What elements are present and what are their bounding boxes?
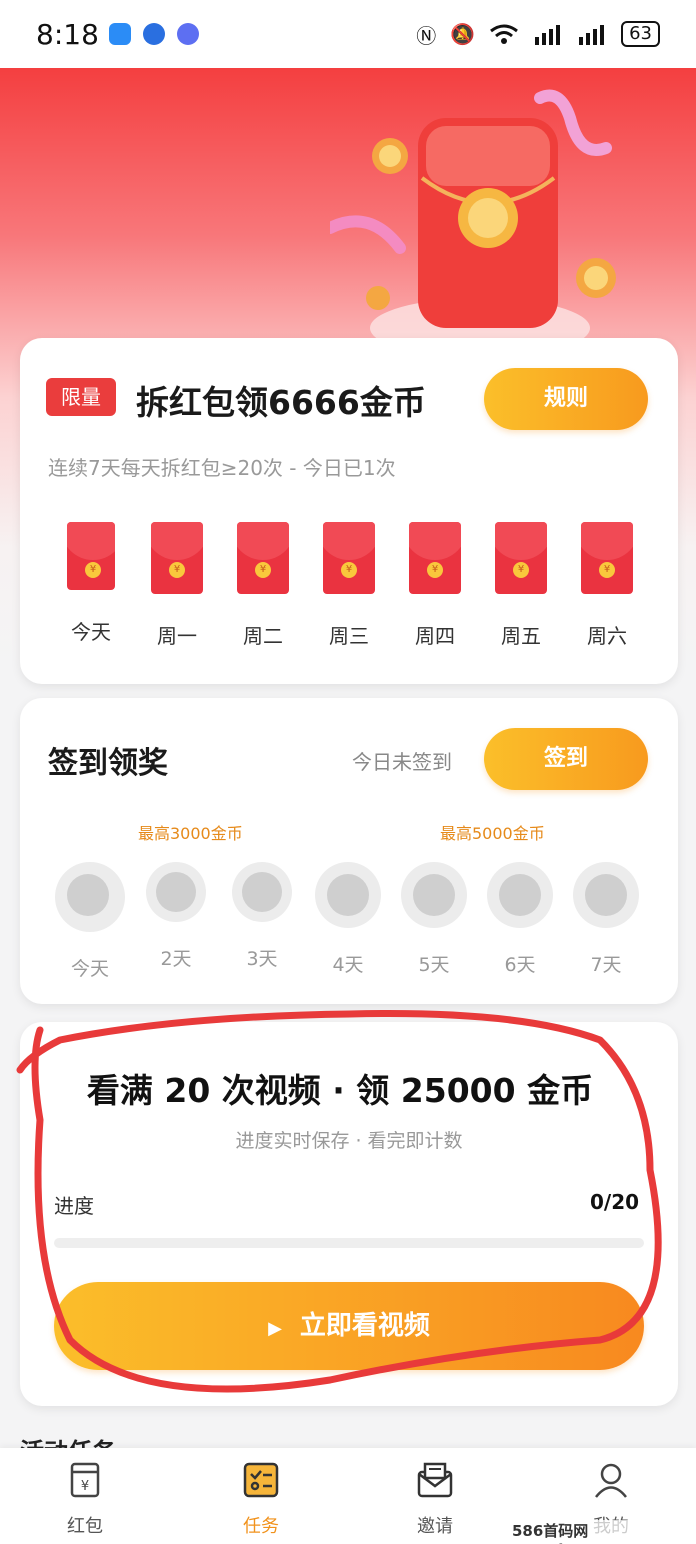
red-packet-day[interactable]: ¥ 周五 — [476, 522, 566, 649]
red-packet-day[interactable]: ¥ 周四 — [390, 522, 480, 649]
invite-mail-icon — [417, 1462, 453, 1498]
day-circle-icon — [487, 862, 553, 928]
sign-in-status: 今日未签到 — [352, 750, 452, 774]
limited-tag: 限量 — [46, 378, 116, 416]
day-label: 周一 — [157, 624, 197, 648]
red-envelope-icon: ¥ — [323, 522, 375, 594]
day-label: 2天 — [160, 948, 192, 970]
progress-bar — [54, 1238, 644, 1248]
sign-in-day[interactable]: 6天 — [480, 862, 560, 977]
message-app-icon — [108, 23, 131, 45]
svg-text:¥: ¥ — [81, 1479, 89, 1494]
max-reward-label: 最高5000金币 — [440, 824, 545, 843]
status-icons: Ⓝ 🔕 63 — [416, 20, 660, 49]
day-label: 7天 — [590, 954, 622, 976]
sign-in-day[interactable]: 4天 — [308, 862, 388, 977]
sign-in-day[interactable]: 今天 — [50, 862, 130, 981]
day-label: 周四 — [415, 624, 455, 648]
card-title: 签到领奖 — [48, 746, 168, 781]
status-bar: 8:18 Ⓝ 🔕 63 — [0, 0, 696, 68]
red-envelope-icon: ¥ — [409, 522, 461, 594]
red-envelope-icon: ¥ — [237, 522, 289, 594]
battery-indicator: 63 — [621, 21, 660, 47]
wifi-icon — [490, 24, 519, 44]
sign-in-day[interactable]: 2天 — [136, 862, 216, 971]
red-packet-challenge-card: 限量 拆红包领6666金币 规则 连续7天每天拆红包≥20次 - 今日已1次 ¥… — [20, 338, 678, 684]
max-reward-label: 最高3000金币 — [138, 824, 243, 843]
watch-video-task-card: 看满 20 次视频 · 领 25000 金币 进度实时保存 · 看完即计数 进度… — [20, 1022, 678, 1406]
nav-item-red-packet[interactable]: ¥ 红包 — [40, 1460, 130, 1538]
red-packet-day[interactable]: ¥ 今天 — [46, 522, 136, 645]
nav-item-tasks[interactable]: 任务 — [216, 1460, 306, 1538]
nav-label: 邀请 — [417, 1516, 453, 1537]
day-label: 周五 — [501, 624, 541, 648]
task-list-icon — [243, 1462, 279, 1498]
card-subtitle: 连续7天每天拆红包≥20次 - 今日已1次 — [48, 456, 396, 480]
day-label: 今天 — [70, 958, 109, 980]
day-label: 6天 — [504, 954, 536, 976]
progress-label: 进度 — [54, 1194, 94, 1218]
day-label: 5天 — [418, 954, 450, 976]
nav-item-invite[interactable]: 邀请 — [390, 1460, 480, 1538]
card-subtitle: 进度实时保存 · 看完即计数 — [235, 1130, 463, 1152]
day-label: 周六 — [587, 624, 627, 648]
red-packet-day-row: ¥ 今天 ¥ 周一 ¥ 周二 ¥ 周三 ¥ 周四 ¥ 周五 ¥ 周六 — [20, 522, 678, 662]
sign-in-day[interactable]: 5天 — [394, 862, 474, 977]
mute-icon: 🔕 — [450, 22, 476, 46]
nfc-icon: Ⓝ — [416, 23, 437, 48]
play-icon: ▶ — [268, 1318, 282, 1339]
red-envelope-icon: ¥ — [151, 522, 203, 594]
red-packet-day[interactable]: ¥ 周六 — [562, 522, 652, 649]
sign-in-button[interactable]: 签到 — [484, 728, 648, 790]
watch-video-label: 立即看视频 — [299, 1311, 430, 1341]
sign-in-day-row: 今天 2天 3天 4天 5天 6天 7天 — [20, 862, 678, 982]
day-label: 今天 — [71, 620, 111, 644]
red-packet-day[interactable]: ¥ 周二 — [218, 522, 308, 649]
red-packet-day[interactable]: ¥ 周一 — [132, 522, 222, 649]
signal-icon-2 — [579, 25, 605, 45]
day-label: 周二 — [243, 624, 283, 648]
red-envelope-icon: ¥ — [495, 522, 547, 594]
day-circle-icon — [573, 862, 639, 928]
music-app-icon — [176, 23, 199, 45]
sign-in-card: 签到领奖 今日未签到 签到 最高3000金币 最高5000金币 今天 2天 3天… — [20, 698, 678, 1004]
day-circle-icon — [55, 862, 125, 932]
sign-in-day[interactable]: 3天 — [222, 862, 302, 971]
day-circle-icon — [232, 862, 292, 922]
rules-button[interactable]: 规则 — [484, 368, 648, 430]
day-label: 3天 — [246, 948, 278, 970]
signal-icon — [535, 25, 561, 45]
progress-value: 0/20 — [590, 1190, 640, 1214]
red-packet-icon: ¥ — [70, 1462, 100, 1498]
status-time: 8:18 — [36, 17, 99, 51]
watch-video-button[interactable]: ▶ 立即看视频 — [54, 1282, 644, 1370]
day-circle-icon — [146, 862, 206, 922]
day-label: 周三 — [329, 624, 369, 648]
card-title: 看满 20 次视频 · 领 25000 金币 — [86, 1071, 594, 1110]
watermark: 586首码网 www.h586.com — [510, 1520, 696, 1544]
day-circle-icon — [315, 862, 381, 928]
day-circle-icon — [401, 862, 467, 928]
profile-icon — [595, 1463, 627, 1498]
red-envelope-icon: ¥ — [581, 522, 633, 594]
nav-label: 任务 — [243, 1516, 279, 1537]
card-title: 拆红包领6666金币 — [136, 383, 426, 422]
day-label: 4天 — [332, 954, 364, 976]
sign-in-day[interactable]: 7天 — [566, 862, 646, 977]
red-packet-day[interactable]: ¥ 周三 — [304, 522, 394, 649]
browser-app-icon — [142, 23, 165, 45]
nav-label: 红包 — [67, 1516, 103, 1537]
red-envelope-icon: ¥ — [67, 522, 115, 590]
